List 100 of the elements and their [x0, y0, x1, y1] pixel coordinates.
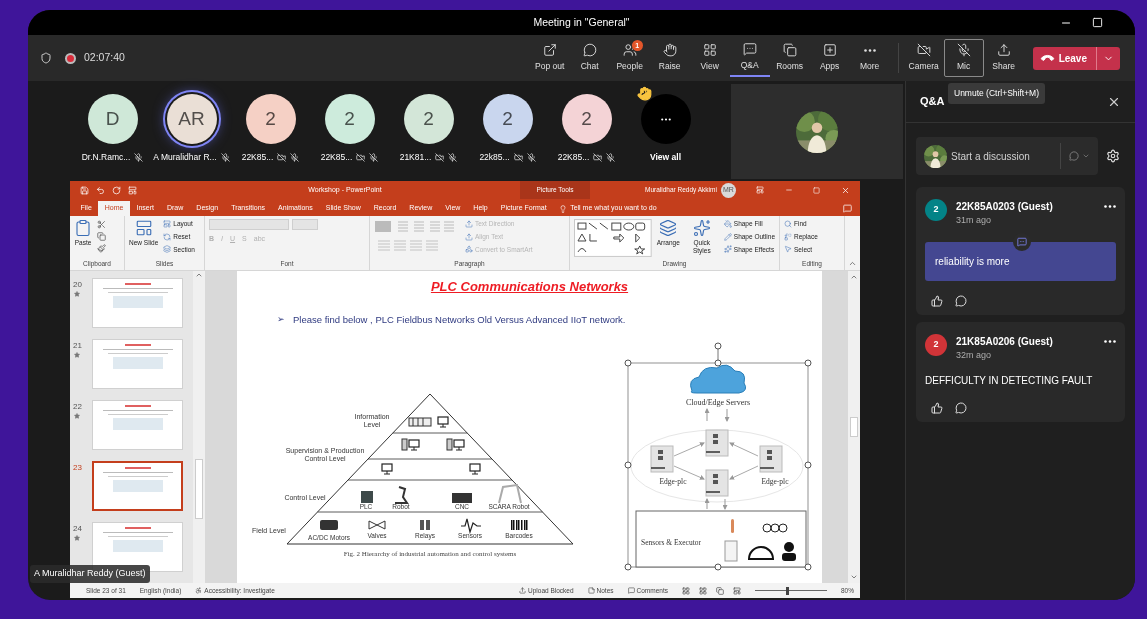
settings-icon[interactable] [1106, 149, 1120, 163]
participant-avatar[interactable]: 2 [245, 94, 296, 144]
reading-view-icon[interactable] [716, 586, 724, 595]
mic-off-icon [220, 152, 230, 162]
slide-thumbnail[interactable] [92, 461, 183, 511]
replace-icon [784, 232, 792, 241]
participant-avatar[interactable]: AR [166, 94, 217, 144]
zoom-thumb[interactable] [785, 586, 789, 595]
toolbar-button[interactable]: Pop out [529, 39, 570, 77]
toolbar-button[interactable]: Mic [943, 39, 984, 77]
cnc-icon [452, 493, 472, 503]
participant-avatar[interactable]: 2 [482, 94, 533, 144]
scroll-down-icon[interactable] [850, 573, 858, 581]
toolbar-button[interactable]: More [849, 39, 890, 77]
like-icon[interactable] [931, 402, 943, 414]
presenter-name-tag: A Muralidhar Reddy (Guest) [30, 565, 150, 583]
chat-icon[interactable] [1069, 151, 1079, 161]
participant-avatar[interactable]: 2 [403, 94, 454, 144]
scrollbar-thumb[interactable] [850, 417, 858, 437]
monitor-icon [408, 439, 420, 451]
view-all-label[interactable]: View all [650, 151, 681, 164]
more-icon[interactable] [1104, 339, 1116, 343]
collapse-ribbon-icon[interactable] [848, 259, 857, 268]
lightbulb-icon [559, 204, 568, 213]
reply-icon[interactable] [955, 402, 967, 414]
toolbar-button[interactable]: Q&A [729, 39, 770, 77]
layers-icon [659, 219, 678, 237]
like-icon[interactable] [931, 294, 943, 307]
clipboard-icon [74, 219, 92, 237]
author-name: 21K85A0206 (Guest) [956, 334, 1054, 349]
pencil-icon [723, 232, 732, 241]
reply-icon[interactable] [955, 294, 967, 307]
view-all-avatar[interactable] [640, 94, 691, 144]
comment-icon[interactable] [843, 204, 852, 213]
zoom-slider[interactable] [755, 586, 827, 595]
slide-number: 20 [73, 279, 82, 291]
participant-name: 22K85... [557, 151, 590, 164]
question-bubble-icon [742, 42, 757, 57]
toolbar-button[interactable]: Apps [809, 39, 850, 77]
chevron-down-icon[interactable] [1082, 152, 1090, 160]
font-size-field[interactable] [292, 219, 318, 230]
scroll-up-icon[interactable] [195, 271, 203, 279]
sorter-view-icon[interactable] [699, 586, 707, 595]
notes-icon [587, 587, 595, 594]
slide-number: 22 [73, 401, 82, 413]
shapes-icon [465, 245, 473, 254]
upload-icon [519, 587, 527, 594]
star-icon [74, 352, 80, 358]
scrollbar[interactable] [193, 271, 205, 583]
scrollbar-thumb[interactable] [195, 459, 203, 519]
star-icon [74, 291, 80, 297]
edge-device-icon [759, 445, 783, 473]
normal-view-icon[interactable] [682, 586, 690, 595]
more-icon[interactable] [1104, 205, 1116, 208]
rooms-icon [782, 43, 797, 58]
ribbon-display-icon[interactable] [756, 186, 765, 194]
mic-off-icon [956, 43, 971, 58]
panel-title: Q&A [920, 94, 945, 110]
question-text: reliability is more [925, 241, 1116, 281]
slideshow-icon[interactable] [733, 586, 741, 595]
slide-title: PLC Communications Networks [430, 278, 629, 296]
participant-avatar[interactable]: 2 [561, 94, 612, 144]
layout-icon [163, 219, 172, 228]
slide-number: 21 [73, 340, 82, 352]
undo-icon[interactable] [96, 185, 105, 195]
toolbar-button[interactable]: Rooms [769, 39, 810, 77]
mic-off-icon [526, 152, 536, 162]
monitor-icon [381, 463, 393, 475]
toolbar-button[interactable]: View [689, 39, 730, 77]
author-avatar: 2 [925, 199, 947, 221]
maximize-icon[interactable] [1092, 16, 1103, 28]
double-arrow [704, 408, 730, 422]
star-icon [74, 535, 80, 541]
scrollbar[interactable] [848, 271, 860, 583]
participant-avatar[interactable]: D [87, 94, 138, 144]
toolbar-button[interactable]: Chat [569, 39, 610, 77]
participant-avatar[interactable]: 2 [324, 94, 375, 144]
toolbar-button[interactable]: Camera [903, 39, 944, 77]
edge-device-icon [705, 469, 729, 497]
font-name-field[interactable] [209, 219, 289, 230]
toolbar-button[interactable]: Raise [649, 39, 690, 77]
edge-device-icon [705, 429, 729, 457]
brush-icon [97, 244, 106, 253]
present-icon[interactable] [128, 185, 137, 195]
pointer-icon [784, 245, 792, 254]
scroll-up-icon[interactable] [850, 273, 858, 281]
share-icon [996, 43, 1011, 58]
cloud-label: Cloud/Edge Servers [685, 398, 751, 407]
chat-icon [582, 43, 597, 58]
search-icon [784, 219, 792, 228]
redo-icon[interactable] [112, 185, 121, 195]
post-time: 32m ago [956, 348, 993, 362]
save-icon[interactable] [80, 185, 89, 195]
scissors-icon [97, 220, 106, 229]
motor-icon [320, 520, 338, 530]
toolbar-button[interactable]: Share [983, 39, 1024, 77]
shape-gallery-icon [574, 219, 652, 257]
reset-icon [163, 232, 172, 241]
discussion-field[interactable]: Start a discussion [916, 137, 1098, 175]
copy-icon [97, 232, 106, 241]
